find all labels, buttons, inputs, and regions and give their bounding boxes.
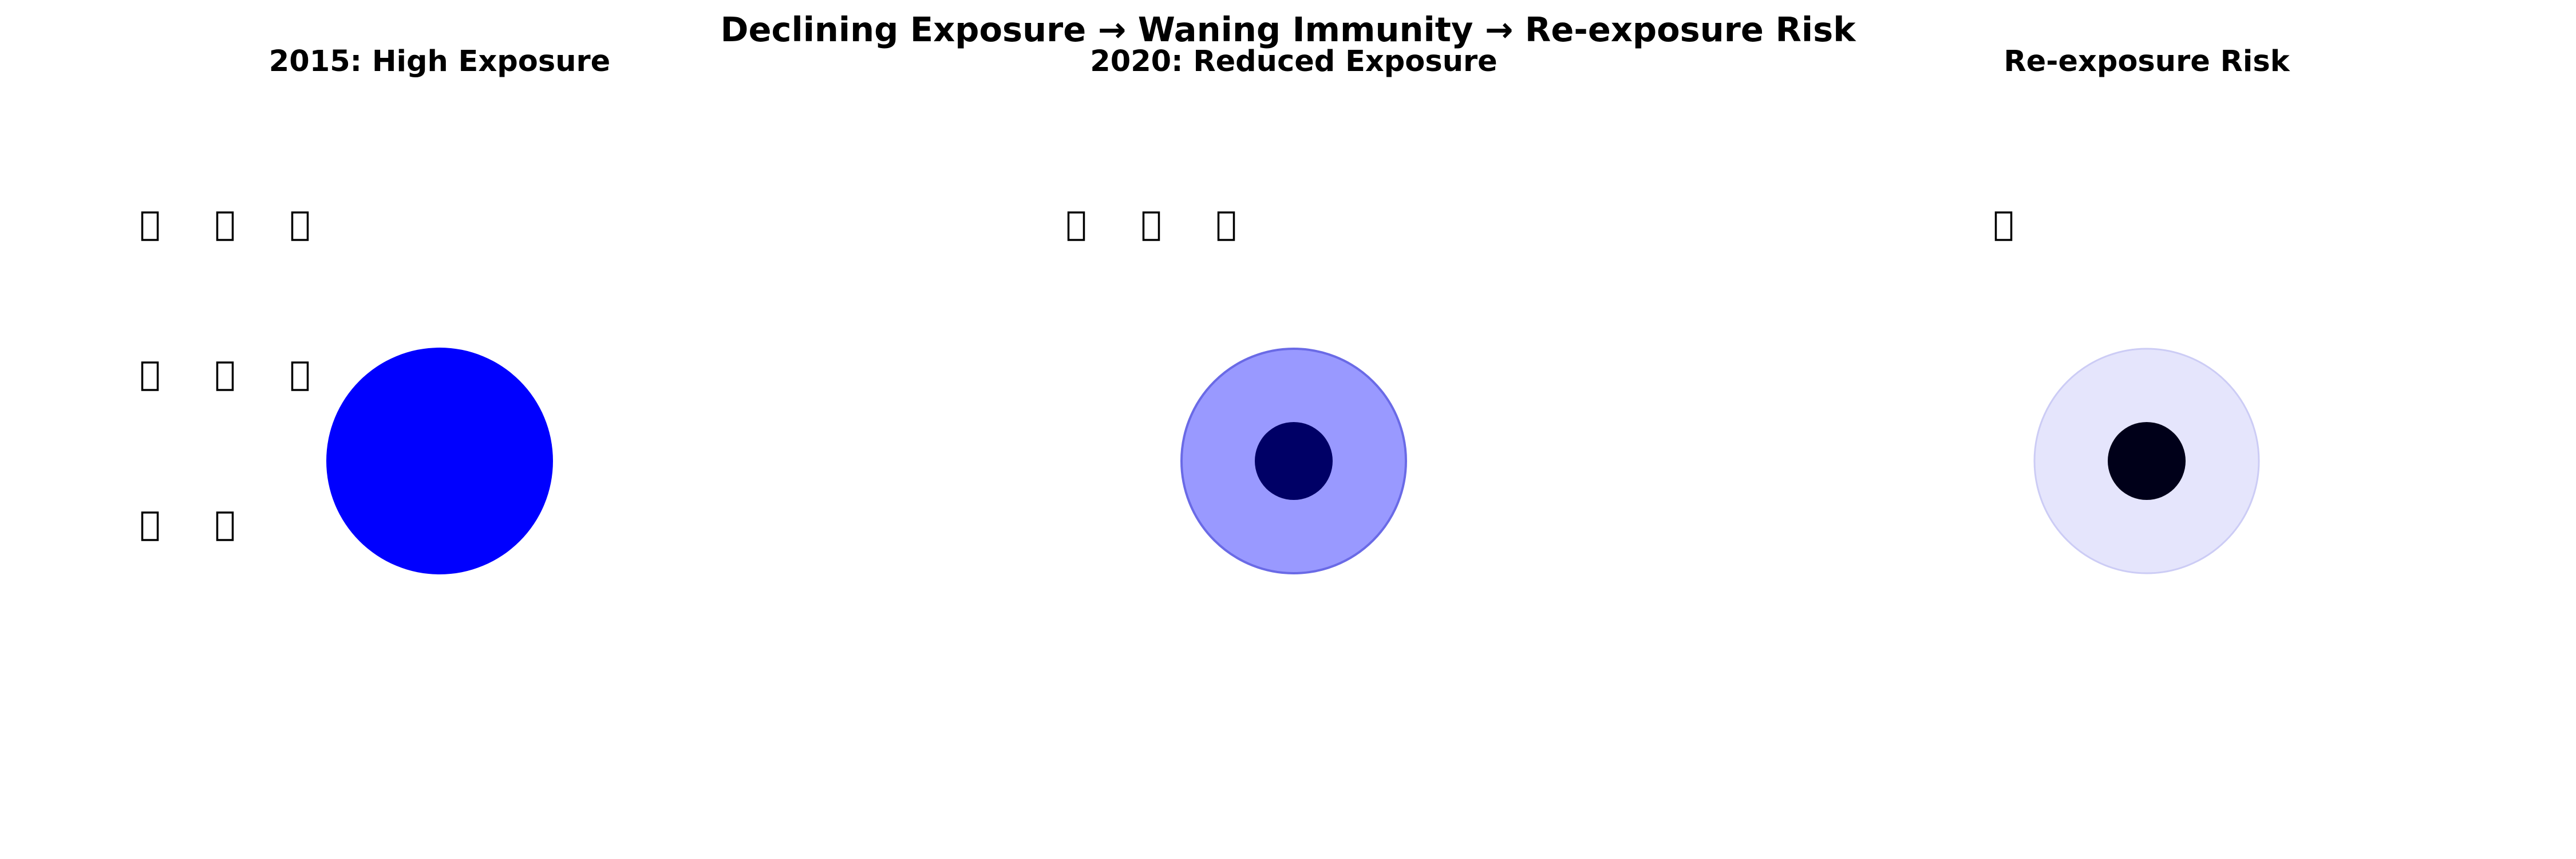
panel-title-reexposure: Re-exposure Risk	[2004, 45, 2290, 78]
main-title: Declining Exposure → Waning Immunity → R…	[721, 10, 1857, 49]
exposure-glyph-icon	[216, 511, 234, 541]
panel-title-2020: 2020: Reduced Exposure	[1090, 45, 1498, 78]
diagram-canvas: Declining Exposure → Waning Immunity → R…	[141, 10, 2290, 574]
exposure-glyph-icon	[291, 361, 309, 391]
exposure-glyph-icon	[141, 511, 159, 541]
exposure-glyph-icon	[1142, 211, 1160, 241]
exposure-glyph-icon	[141, 211, 159, 241]
panel-2015: 2015: High Exposure	[141, 45, 611, 574]
exposure-glyph-icon	[1994, 211, 2013, 241]
panel-title-2015: 2015: High Exposure	[269, 45, 611, 78]
exposure-glyphs-2020	[1067, 211, 1235, 241]
exposure-glyphs-2015	[141, 211, 309, 541]
exposure-glyph-icon	[216, 211, 234, 241]
immunity-core-reexposure	[2108, 422, 2186, 500]
panel-2020: 2020: Reduced Exposure	[1067, 45, 1498, 574]
exposure-glyphs-reexposure	[1994, 211, 2013, 241]
panel-reexposure: Re-exposure Risk	[1994, 45, 2290, 574]
exposure-glyph-icon	[216, 361, 234, 391]
exposure-glyph-icon	[291, 211, 309, 241]
immunity-circle-2015	[326, 348, 553, 574]
exposure-glyph-icon	[1217, 211, 1235, 241]
exposure-glyph-icon	[1067, 211, 1085, 241]
exposure-glyph-icon	[141, 361, 159, 391]
immunity-core-2020	[1255, 422, 1333, 500]
